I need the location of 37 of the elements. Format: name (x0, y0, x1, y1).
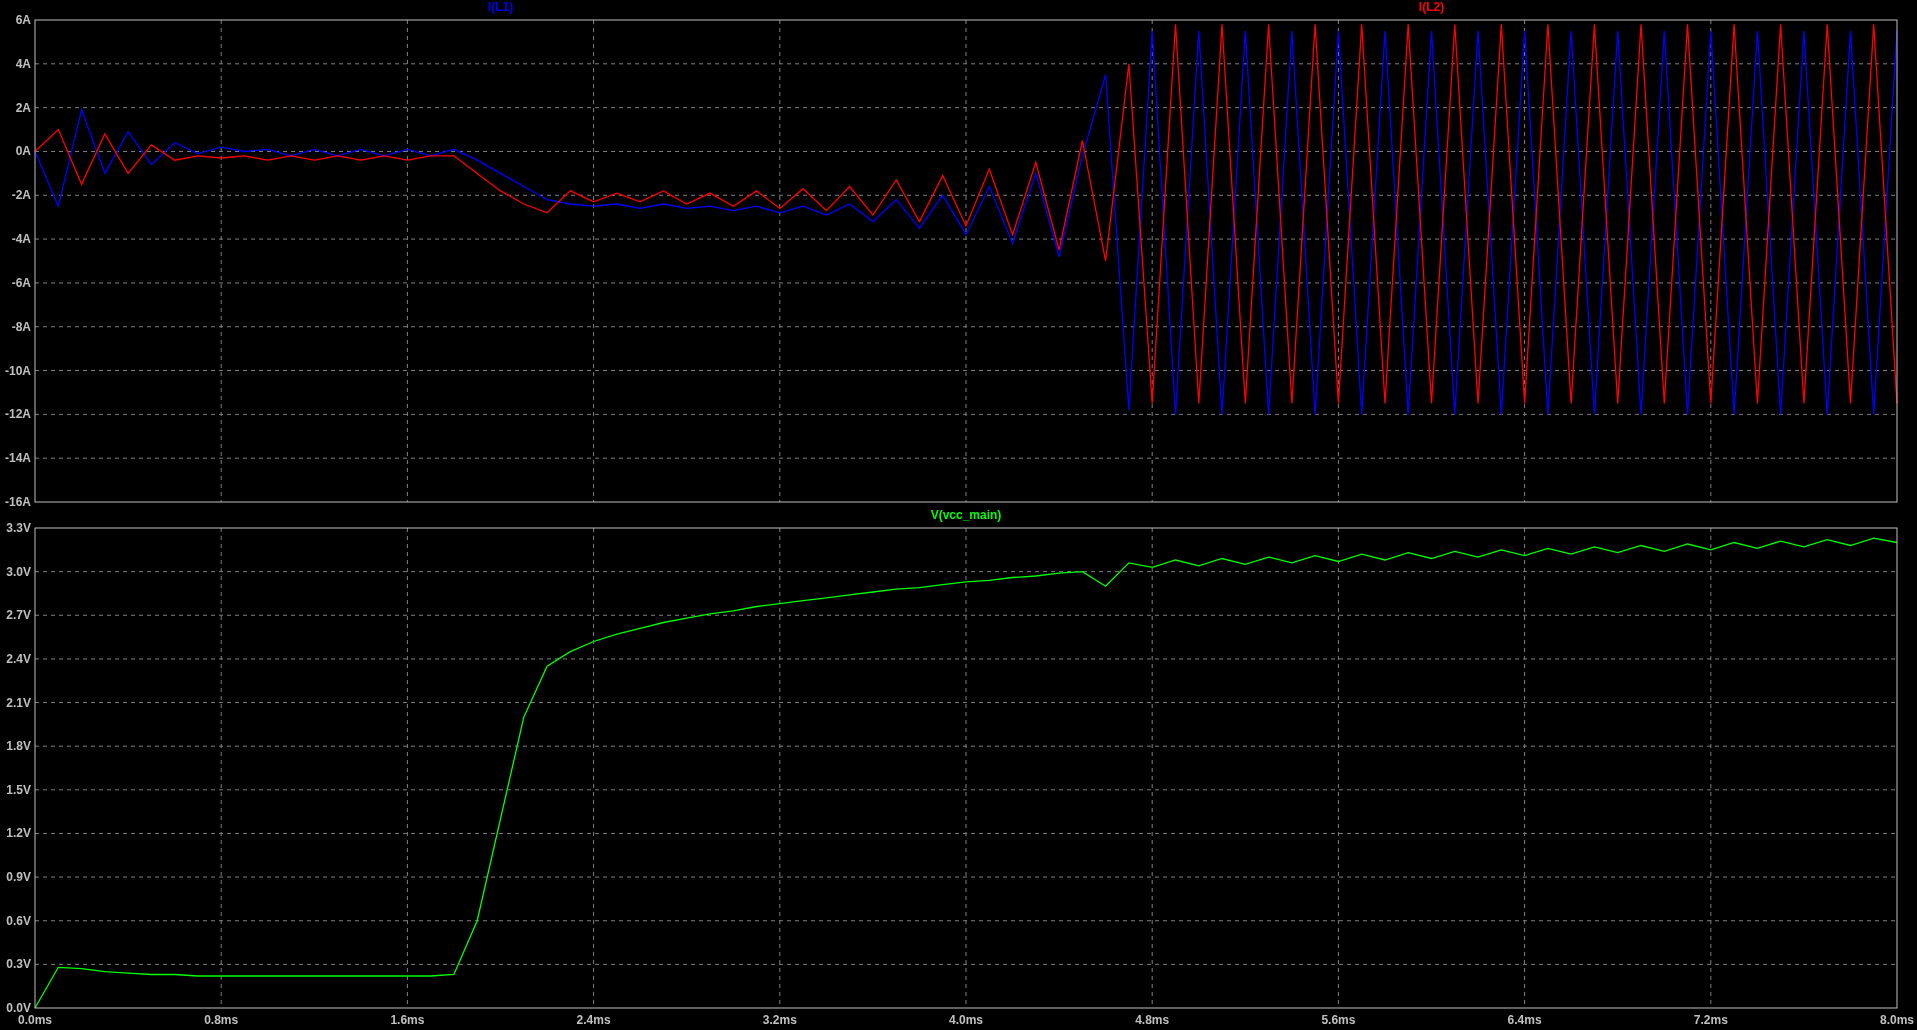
axis-tick-label: 8.0ms (1880, 1013, 1914, 1027)
axis-tick-label: 6.4ms (1507, 1013, 1542, 1027)
axis-tick-label: 2.4ms (576, 1013, 611, 1027)
axis-tick-label: 2.1V (6, 695, 31, 710)
axis-tick-label: 7.2ms (1693, 1013, 1728, 1027)
axis-tick-label: -14A (5, 451, 31, 466)
axis-tick-label: 3.2ms (762, 1013, 797, 1027)
axis-tick-label: 4.0ms (949, 1013, 983, 1027)
axis-tick-label: 0.8ms (204, 1013, 239, 1027)
axis-tick-label: -4A (11, 232, 31, 247)
axis-tick-label: 0.9V (6, 870, 31, 885)
axis-tick-label: -8A (11, 319, 31, 334)
axis-tick-label: 0A (15, 144, 31, 159)
axis-tick-label: 2A (15, 100, 31, 115)
axis-tick-label: 1.6ms (390, 1013, 425, 1027)
axis-tick-label: 4A (15, 56, 31, 71)
axis-tick-label: 0.0ms (18, 1013, 52, 1027)
axis-tick-label: 0.0V (6, 1001, 31, 1015)
axis-tick-label: 1.8V (6, 739, 31, 754)
axis-tick-label: 1.2V (6, 826, 31, 841)
axis-tick-label: 6A (15, 14, 31, 27)
axis-tick-label: 3.3V (6, 522, 31, 535)
axis-tick-label: 0.6V (6, 913, 31, 928)
axis-tick-label: 5.6ms (1321, 1013, 1356, 1027)
axis-tick-label: -16A (5, 495, 31, 508)
axis-tick-label: -12A (5, 407, 31, 422)
axis-tick-label: 2.7V (6, 608, 31, 623)
trace-label[interactable]: V(vcc_main) (930, 508, 1002, 522)
axis-tick-label: -6A (11, 275, 31, 290)
trace-label[interactable]: I(L2) (1418, 0, 1445, 14)
axis-tick-label: 1.5V (6, 782, 31, 797)
axis-tick-label: -10A (5, 363, 31, 378)
axis-tick-label: 2.4V (6, 651, 31, 666)
axis-tick-label: 3.0V (6, 564, 31, 579)
axis-tick-label: 4.8ms (1135, 1013, 1170, 1027)
axis-tick-label: 0.3V (6, 957, 31, 972)
axis-tick-label: -2A (11, 188, 31, 203)
